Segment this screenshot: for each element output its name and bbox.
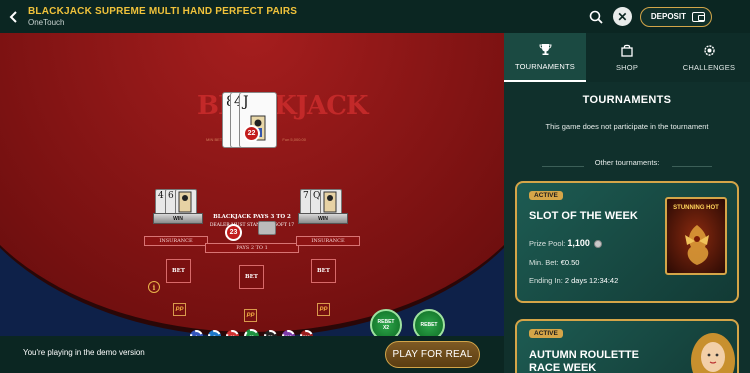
- bottom-bar: You're playing in the demo version PLAY …: [0, 336, 504, 373]
- ending-in-label: Ending In:: [529, 276, 563, 285]
- shopping-bag-icon: [620, 44, 634, 57]
- deposit-button[interactable]: DEPOSIT: [639, 6, 712, 27]
- stunning-hot-promo-image: STUNNING HOT: [665, 197, 727, 275]
- left-insurance-line: INSURANCE: [144, 236, 208, 246]
- dealer-card-3-rank: J: [243, 94, 249, 110]
- play-for-real-button[interactable]: PLAY FOR REAL: [385, 341, 480, 368]
- rebet-x2-button[interactable]: REBET X2: [370, 309, 402, 336]
- side-panel: TOURNAMENTS SHOP CHALLENGES TOURNAMENTS …: [504, 33, 750, 373]
- tab-tournaments-label: TOURNAMENTS: [515, 61, 575, 71]
- right-perfect-pairs-spot[interactable]: PP: [317, 303, 330, 316]
- promo-title: STUNNING HOT: [673, 205, 719, 211]
- mini-card: [258, 221, 276, 235]
- dealer-hand: 8 4 J 22: [222, 92, 278, 148]
- search-icon[interactable]: [587, 8, 605, 26]
- right-card-1-rank: 7: [303, 191, 309, 201]
- rebet-button[interactable]: REBET: [413, 309, 445, 336]
- wallet-icon: [692, 11, 705, 22]
- right-insurance-line: INSURANCE: [296, 236, 360, 246]
- side-tabs: TOURNAMENTS SHOP CHALLENGES: [504, 33, 750, 82]
- right-win-banner: WIN: [298, 213, 348, 224]
- prize-pool-row: Prize Pool: 1,100: [529, 238, 602, 249]
- tab-tournaments[interactable]: TOURNAMENTS: [504, 33, 586, 82]
- close-icon[interactable]: ✕: [612, 7, 632, 26]
- card-face-icon: [178, 191, 192, 213]
- min-bet-value: €0.50: [560, 258, 580, 267]
- title-block: BLACKJACK SUPREME MULTI HAND PERFECT PAI…: [28, 6, 587, 28]
- top-actions: ✕ DEPOSIT: [587, 6, 750, 27]
- not-participate-text: This game does not participate in the to…: [545, 122, 709, 131]
- provider-name: OneTouch: [28, 17, 65, 27]
- left-win-banner: WIN: [153, 213, 203, 224]
- tab-challenges[interactable]: CHALLENGES: [668, 33, 750, 82]
- pays-2-to-1-line: PAYS 2 TO 1: [205, 243, 299, 253]
- tournament-title: AUTUMN ROULETTE RACE WEEK: [529, 349, 639, 373]
- app-root: BLACKJACK SUPREME MULTI HAND PERFECT PAI…: [0, 0, 750, 373]
- coin-icon: [594, 240, 602, 249]
- middle-mini-card: [258, 221, 282, 237]
- middle-perfect-pairs-spot[interactable]: PP: [244, 309, 257, 322]
- card-face-icon: [323, 191, 337, 213]
- dealer-rule-text: DEALER MUST STAND ON SOFT 17: [209, 223, 295, 228]
- back-arrow-icon[interactable]: [0, 0, 28, 33]
- middle-bet-spot[interactable]: BET: [239, 265, 264, 289]
- tab-shop[interactable]: SHOP: [586, 33, 668, 82]
- game-area[interactable]: Game session: 1:56 BALANCE (Fun) 6,635.0…: [0, 33, 504, 336]
- ending-in-row: Ending In: 2 days 12:34:42: [529, 276, 618, 285]
- status-badge: ACTIVE: [529, 329, 563, 338]
- divider-right: [672, 166, 712, 167]
- tournaments-panel: TOURNAMENTS This game does not participa…: [504, 82, 750, 373]
- left-card-1-rank: 4: [158, 191, 164, 201]
- hand-score: 23: [225, 224, 242, 241]
- other-tournaments-label: Other tournaments:: [594, 158, 660, 167]
- title-line-2: RACE WEEK: [529, 361, 597, 373]
- min-bet-text: MIN BET: [206, 137, 223, 142]
- tournaments-title: TOURNAMENTS: [582, 94, 672, 106]
- max-bet-text: Fun 5,000.00: [282, 137, 306, 142]
- table-felt: [0, 33, 504, 336]
- rebet-x2-line2: X2: [382, 325, 390, 331]
- title-line-1: AUTUMN ROULETTE: [529, 349, 639, 361]
- top-bar: BLACKJACK SUPREME MULTI HAND PERFECT PAI…: [0, 0, 750, 33]
- roulette-hostess-image: [691, 333, 735, 373]
- tournament-title: SLOT OF THE WEEK: [529, 210, 638, 222]
- info-icon[interactable]: i: [148, 281, 160, 293]
- deposit-label: DEPOSIT: [650, 12, 686, 21]
- dealer-score: 22: [243, 125, 260, 142]
- min-bet-label: Min. Bet:: [529, 258, 559, 267]
- left-card-2-rank: 6: [168, 191, 174, 201]
- blackjack-pays-text: BLACKJACK PAYS 3 TO 2: [213, 214, 291, 220]
- right-bet-spot[interactable]: BET: [311, 259, 336, 283]
- prize-pool-label: Prize Pool:: [529, 239, 566, 248]
- tab-shop-label: SHOP: [615, 62, 639, 72]
- gear-badge-icon: [702, 44, 716, 57]
- left-bet-spot[interactable]: BET: [166, 259, 191, 283]
- tournament-card-slot-of-week[interactable]: ACTIVE SLOT OF THE WEEK Prize Pool: 1,10…: [515, 181, 739, 303]
- ending-in-value: 2 days 12:34:42: [564, 276, 619, 285]
- trophy-icon: [538, 43, 552, 56]
- status-badge: ACTIVE: [529, 191, 563, 200]
- game-title: BLACKJACK SUPREME MULTI HAND PERFECT PAI…: [28, 5, 298, 17]
- min-bet-row: Min. Bet: €0.50: [529, 258, 579, 267]
- dragon-icon: [685, 225, 709, 265]
- tournament-card-autumn-roulette[interactable]: ACTIVE AUTUMN ROULETTE RACE WEEK: [515, 319, 739, 373]
- demo-notice: You're playing in the demo version: [23, 348, 145, 357]
- left-perfect-pairs-spot[interactable]: PP: [173, 303, 186, 316]
- prize-pool-value: 1,100: [567, 238, 590, 248]
- tab-challenges-label: CHALLENGES: [682, 62, 736, 72]
